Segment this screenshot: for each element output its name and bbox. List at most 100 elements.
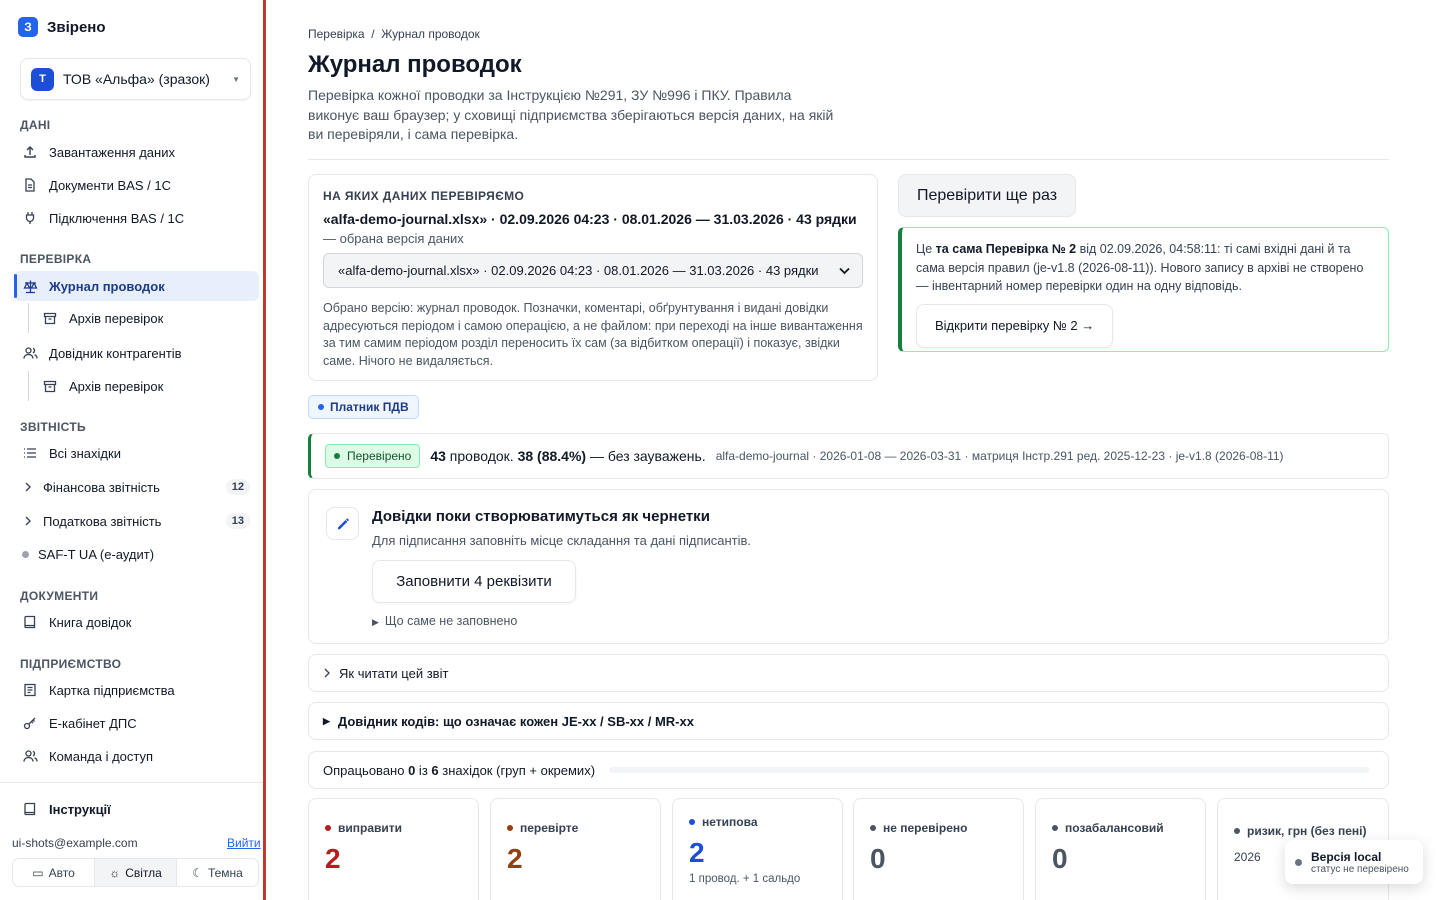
sidebar-item-tax[interactable]: Податкова звітність 13 [14, 506, 259, 536]
kpi-offbalance[interactable]: позабалансовий 0 [1035, 798, 1206, 900]
sidebar-item-label: Книга довідок [49, 614, 132, 630]
missing-details-toggle[interactable]: ▶ Що саме не заповнено [372, 614, 517, 628]
sidebar-item-label: Журнал проводок [49, 278, 165, 294]
kpi-unchecked[interactable]: не перевірено 0 [853, 798, 1024, 900]
kpi-label: позабалансовий [1052, 821, 1189, 835]
kpi-note: 1 провод. + 1 сальдо [689, 873, 801, 885]
sidebar-item-label: Картка підприємства [49, 682, 175, 698]
status-dot-icon [334, 453, 340, 459]
count-badge: 12 [225, 479, 250, 495]
user-email: ui-shots@example.com [12, 836, 138, 850]
status-dot-icon [870, 825, 876, 831]
progress-text-3: знахідок (груп + окремих) [438, 762, 596, 778]
book-icon [22, 801, 38, 817]
sidebar-item-tax-cabinet[interactable]: Е-кабінет ДПС [14, 708, 259, 738]
howto-accordion[interactable]: Як читати цей звіт [308, 654, 1389, 692]
section-reporting: ЗВІТНІСТЬ [20, 420, 86, 434]
status-dot-icon [507, 825, 513, 831]
entries-count: 43 [430, 448, 446, 464]
pencil-icon [326, 507, 359, 540]
open-check-button[interactable]: Відкрити перевірку № 2 → [916, 303, 1114, 348]
id-card-icon [22, 682, 38, 698]
book-icon [22, 614, 38, 630]
users-icon [22, 748, 38, 764]
sun-icon: ☼ [109, 865, 121, 880]
sidebar-item-archive-journal[interactable]: Архів перевірок [28, 303, 259, 333]
howto-label: Як читати цей звіт [339, 665, 449, 681]
sidebar-item-journal[interactable]: Журнал проводок [14, 271, 259, 301]
status-badge-label: Перевірено [347, 449, 412, 463]
vat-payer-label: Платник ПДВ [330, 400, 409, 414]
sidebar-item-archive-counterparties[interactable]: Архів перевірок [28, 371, 259, 401]
vat-payer-badge: Платник ПДВ [308, 395, 419, 419]
version-toast[interactable]: Версія local статус не перевірено [1285, 840, 1423, 884]
kpi-label-text: перевірте [520, 821, 579, 835]
data-source-sub: — обрана версія даних [323, 231, 464, 246]
kpi-label-text: ризик, грн (без пені) [1247, 824, 1367, 838]
toast-subtitle: статус не перевірено [1311, 863, 1409, 875]
section-check: ПЕРЕВІРКА [20, 252, 92, 266]
status-dot-icon [1295, 858, 1302, 866]
chevron-right-icon [22, 513, 34, 529]
kpi-label-text: не перевірено [883, 821, 968, 835]
brand[interactable]: З Звірено [18, 17, 106, 37]
sidebar-item-saft[interactable]: SAF-T UA (е-аудит) [14, 539, 259, 569]
data-source-label: НА ЯКИХ ДАНИХ ПЕРЕВІРЯЄМО [323, 189, 525, 203]
org-name: ТОВ «Альфа» (зразок) [63, 71, 210, 87]
sidebar-item-certificate-book[interactable]: Книга довідок [14, 607, 259, 637]
theme-light-button[interactable]: ☼ Світла [94, 859, 177, 886]
sidebar-item-instructions[interactable]: Інструкції [14, 794, 259, 824]
theme-auto-button[interactable]: ▭ Авто [13, 859, 94, 886]
kpi-label-text: виправити [338, 821, 403, 835]
triangle-right-icon: ▶ [372, 617, 379, 627]
theme-dark-label: Темна [207, 865, 243, 880]
theme-dark-button[interactable]: ☾ Темна [177, 859, 258, 886]
sidebar-item-bas-connect[interactable]: Підключення BAS / 1С [14, 203, 259, 233]
status-dot-icon [325, 825, 331, 831]
sidebar-item-financial[interactable]: Фінансова звітність 12 [14, 472, 259, 502]
sidebar-item-bas-documents[interactable]: Документи BAS / 1С [14, 170, 259, 200]
kpi-atypical[interactable]: нетипова 2 1 провод. + 1 сальдо [672, 798, 843, 900]
status-meta: alfa-demo-journal · 2026-01-08 — 2026-03… [715, 449, 1284, 463]
draft-certificates-card: Довідки поки створюватимуться як чернетк… [308, 489, 1389, 644]
sidebar-item-findings[interactable]: Всі знахідки [14, 438, 259, 468]
data-source-headline: «alfa-demo-journal.xlsx» · 02.09.2026 04… [323, 211, 857, 227]
codes-accordion[interactable]: ▶ Довідник кодів: що означає кожен JE-xx… [308, 702, 1389, 740]
sidebar-item-counterparties[interactable]: Довідник контрагентів [14, 338, 259, 368]
sidebar-item-upload[interactable]: Завантаження даних [14, 137, 259, 167]
logout-link[interactable]: Вийти [227, 836, 261, 850]
page-description: Перевірка кожної проводки за Інструкцією… [308, 87, 834, 142]
moon-icon: ☾ [192, 865, 203, 880]
progress-total: 6 [431, 762, 439, 778]
kpi-check[interactable]: перевірте 2 [490, 798, 661, 900]
data-version-select[interactable]: «alfa-demo-journal.xlsx» · 02.09.2026 04… [323, 253, 863, 288]
kpi-value: 2 [507, 843, 523, 874]
org-avatar: Т [31, 67, 54, 91]
missing-details-label: Що саме не заповнено [384, 614, 518, 628]
kpi-value: 2 [689, 837, 705, 868]
sidebar-item-label: Всі знахідки [49, 445, 121, 461]
sidebar-item-company-card[interactable]: Картка підприємства [14, 675, 259, 705]
users-icon [22, 345, 38, 361]
kpi-label: ризик, грн (без пені) [1234, 824, 1372, 838]
theme-auto-label: Авто [48, 865, 75, 880]
org-switcher[interactable]: Т ТОВ «Альфа» (зразок) ▼ [20, 58, 251, 100]
count-badge: 13 [225, 513, 250, 529]
check-status-bar: Перевірено 43 проводок. 38 (88.4%) — без… [308, 433, 1389, 479]
data-version-value: «alfa-demo-journal.xlsx» · 02.09.2026 04… [338, 263, 819, 278]
sidebar-item-team[interactable]: Команда і доступ [14, 741, 259, 771]
breadcrumb[interactable]: Перевірка / Журнал проводок [308, 27, 480, 41]
chevron-down-icon: ▼ [232, 74, 240, 84]
status-badge: Перевірено [325, 444, 421, 468]
kpi-label: виправити [325, 821, 462, 835]
kpi-label: нетипова [689, 815, 826, 829]
upload-icon [22, 144, 38, 160]
divider [308, 159, 1389, 160]
status-dot-icon [1234, 828, 1240, 834]
sidebar-item-label: Завантаження даних [49, 144, 175, 160]
data-source-card: НА ЯКИХ ДАНИХ ПЕРЕВІРЯЄМО «alfa-demo-jou… [308, 174, 878, 381]
kpi-fix[interactable]: виправити 2 [308, 798, 479, 900]
fill-requisites-button[interactable]: Заповнити 4 реквізити [372, 560, 576, 603]
progress-text-2: із [415, 762, 432, 778]
rerun-button[interactable]: Перевірити ще раз [898, 174, 1076, 217]
